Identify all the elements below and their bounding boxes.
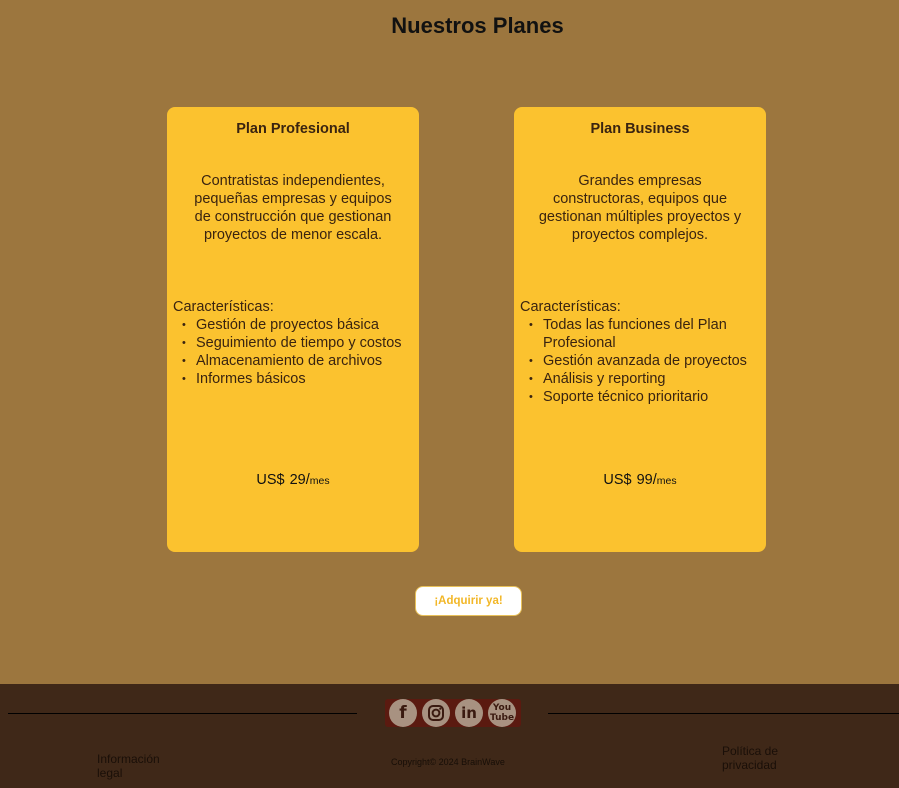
plan-description: Grandes empresas constructoras, equipos … — [538, 173, 742, 243]
price-period: mes — [309, 475, 330, 487]
plan-price: US$ 29/mes — [167, 472, 419, 488]
price-currency: US$ — [603, 472, 632, 488]
feature-item: Soporte técnico prioritario — [520, 388, 764, 406]
plan-title: Plan Business — [590, 121, 690, 137]
features-label: Características: — [173, 299, 274, 315]
facebook-icon[interactable]: f — [389, 699, 417, 727]
feature-item: Almacenamiento de archivos — [173, 352, 417, 370]
price-period: mes — [656, 475, 677, 487]
copyright-text: Copyright© 2024 BrainWave — [391, 757, 505, 767]
price-currency: US$ — [256, 472, 285, 488]
plan-title: Plan Profesional — [236, 121, 350, 137]
features-list: Todas las funciones del Plan Profesional… — [520, 316, 764, 406]
plan-card-business: Plan Business Grandes empresas construct… — [514, 107, 766, 552]
plan-card-profesional: Plan Profesional Contratistas independie… — [167, 107, 419, 552]
plan-description: Contratistas independientes, pequeñas em… — [194, 173, 392, 243]
feature-item: Gestión de proyectos básica — [173, 316, 417, 334]
instagram-icon[interactable] — [422, 699, 450, 727]
features-list: Gestión de proyectos básica Seguimiento … — [173, 316, 417, 388]
page-title: Nuestros Planes — [391, 13, 564, 38]
footer-divider — [548, 713, 899, 714]
legal-info-link[interactable]: Información legal — [97, 752, 177, 780]
features-label: Características: — [520, 299, 621, 315]
plan-price: US$ 99/mes — [514, 472, 766, 488]
buy-now-button[interactable]: ¡Adquirir ya! — [415, 586, 522, 616]
social-links: f in You Tube — [385, 699, 521, 727]
privacy-policy-link[interactable]: Política de privacidad — [722, 744, 792, 772]
feature-item: Gestión avanzada de proyectos — [520, 352, 764, 370]
feature-item: Análisis y reporting — [520, 370, 764, 388]
feature-item: Seguimiento de tiempo y costos — [173, 334, 417, 352]
feature-item: Todas las funciones del Plan Profesional — [520, 316, 764, 352]
price-amount: 99/ — [636, 472, 657, 488]
youtube-icon[interactable]: You Tube — [488, 699, 516, 727]
feature-item: Informes básicos — [173, 370, 417, 388]
footer-divider — [8, 713, 357, 714]
linkedin-icon[interactable]: in — [455, 699, 483, 727]
footer: f in You Tube Información legal Copyrigh… — [0, 684, 899, 788]
price-amount: 29/ — [289, 472, 310, 488]
